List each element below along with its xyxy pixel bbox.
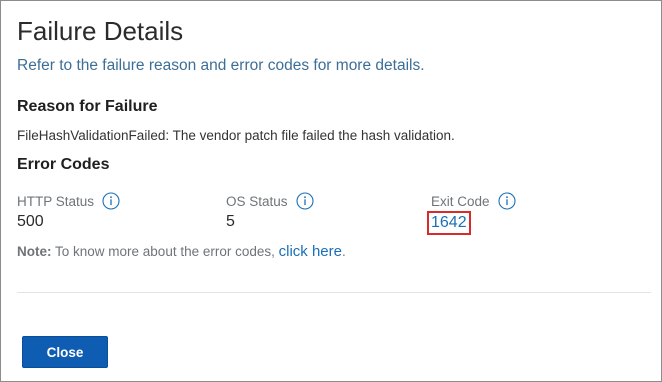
http-status-label: HTTP Status bbox=[17, 193, 95, 209]
os-status-group: OS Status 5 bbox=[226, 191, 314, 233]
note-text: To know more about the error codes, bbox=[51, 244, 279, 259]
info-icon[interactable] bbox=[497, 192, 516, 210]
exit-code-label: Exit Code bbox=[431, 193, 490, 209]
error-codes-note: Note: To know more about the error codes… bbox=[17, 243, 346, 260]
click-here-link[interactable]: click here bbox=[279, 243, 342, 260]
close-button[interactable]: Close bbox=[22, 336, 108, 368]
reason-heading: Reason for Failure bbox=[17, 98, 158, 115]
exit-code-group: Exit Code 1642 bbox=[427, 191, 516, 235]
os-status-value: 5 bbox=[226, 213, 235, 230]
failure-details-dialog: Failure Details Refer to the failure rea… bbox=[0, 0, 662, 382]
http-status-value: 500 bbox=[17, 213, 44, 230]
note-suffix: . bbox=[341, 244, 346, 259]
dialog-title: Failure Details bbox=[17, 16, 184, 46]
error-codes-heading: Error Codes bbox=[17, 156, 110, 173]
dialog-subtitle: Refer to the failure reason and error co… bbox=[17, 57, 425, 74]
info-icon[interactable] bbox=[102, 192, 120, 210]
exit-code-link[interactable]: 1642 bbox=[427, 211, 471, 235]
note-prefix: Note: bbox=[17, 244, 52, 259]
http-status-group: HTTP Status 500 bbox=[17, 191, 120, 233]
footer-divider bbox=[17, 292, 651, 293]
os-status-label: OS Status bbox=[226, 193, 288, 209]
reason-text: FileHashValidationFailed: The vendor pat… bbox=[17, 128, 455, 143]
info-icon[interactable] bbox=[295, 192, 314, 210]
